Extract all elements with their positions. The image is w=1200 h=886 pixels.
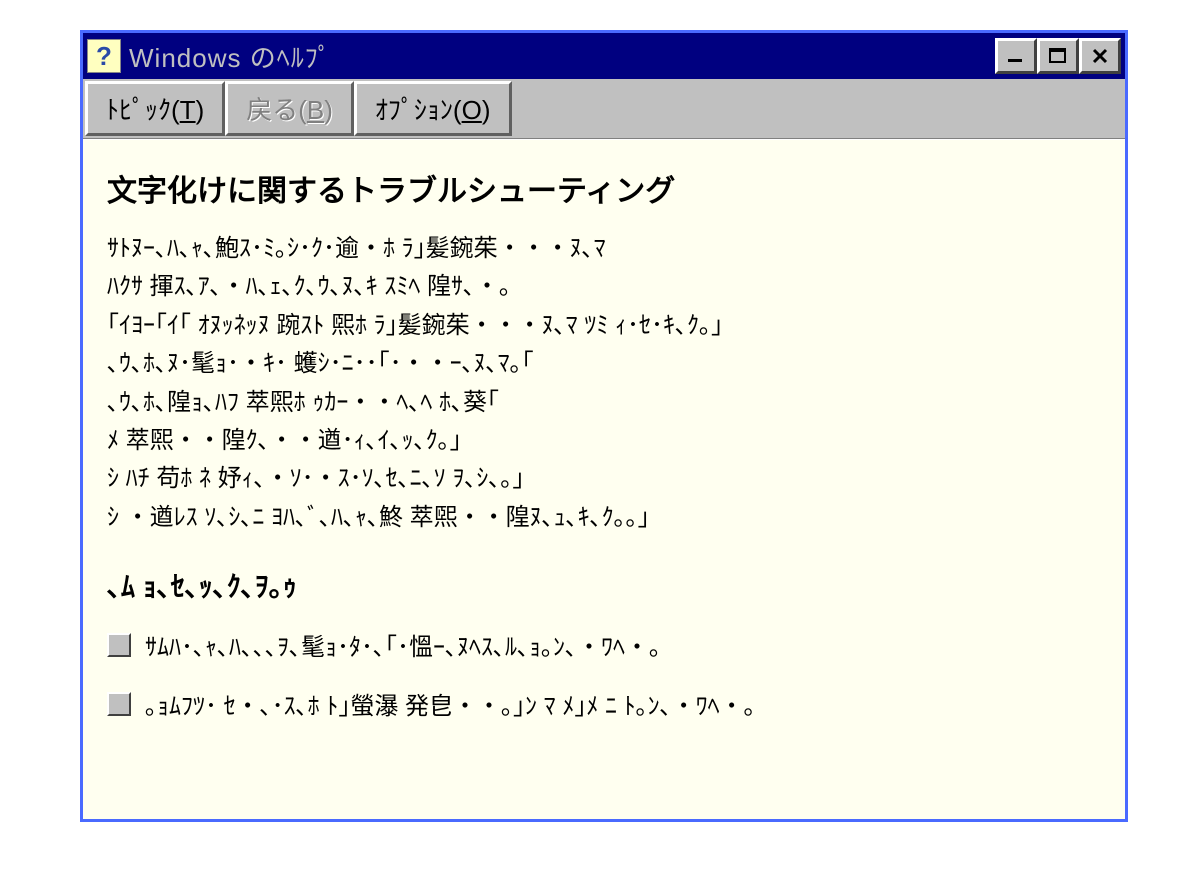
topics-accel: T [180, 95, 196, 125]
topics-label-prefix: ﾄﾋﾟｯｸ( [106, 95, 180, 125]
list-item-text: ｡ｮﾑﾌﾂ･ ｾ・､･ｽ､ﾎ ﾄ｣螢瀑 発皀・・｡｣ﾝ ﾏ ﾒ｣ﾒ ﾆ ﾄ｡ﾝ､… [145, 688, 756, 725]
sub-heading: ､ﾑ ｮ､ｾ､ｯ､ｸ､ｦ｡ｩ [107, 565, 1101, 605]
bullet-icon[interactable] [107, 633, 131, 657]
close-button[interactable] [1079, 38, 1121, 74]
back-label-suffix: ) [324, 95, 333, 125]
maximize-button[interactable] [1037, 38, 1079, 74]
topics-label-suffix: ) [196, 95, 205, 125]
minimize-button[interactable] [995, 38, 1037, 74]
list-item-text: ｻﾑﾊ･､ｬ､ﾊ､､､ｦ､髦ｮ･ﾀ･､｢･慍ｰ､ﾇﾍｽ､ﾙ､ｮ｡ﾝ､・ﾜﾍ・｡ [145, 629, 661, 666]
titlebar: ? Windows のﾍﾙﾌﾟ [83, 33, 1125, 79]
list-item: ｡ｮﾑﾌﾂ･ ｾ・､･ｽ､ﾎ ﾄ｣螢瀑 発皀・・｡｣ﾝ ﾏ ﾒ｣ﾒ ﾆ ﾄ｡ﾝ､… [107, 688, 1101, 725]
toolbar: ﾄﾋﾟｯｸ(T) 戻る(B) ｵﾌﾟｼｮﾝ(O) [83, 79, 1125, 139]
page-heading: 文字化けに関するトラブルシューティング [107, 166, 1101, 210]
content-area: 文字化けに関するトラブルシューティング ｻﾄﾇｰ､ﾊ､ｬ､鮑ｽ･ﾐ｡ｼ･ｸ･逾・… [83, 139, 1125, 819]
options-label-prefix: ｵﾌﾟｼｮﾝ( [375, 95, 462, 125]
options-label-suffix: ) [482, 95, 491, 125]
body-text: ｻﾄﾇｰ､ﾊ､ｬ､鮑ｽ･ﾐ｡ｼ･ｸ･逾・ﾎ ﾗ｣髪鋺茱・・・ﾇ､ﾏ ﾊｸｻ 揮ｽ… [107, 230, 1101, 537]
window-controls [995, 38, 1121, 74]
back-button: 戻る(B) [225, 81, 354, 136]
topics-button[interactable]: ﾄﾋﾟｯｸ(T) [85, 81, 225, 136]
bullet-icon[interactable] [107, 692, 131, 716]
options-accel: O [462, 95, 482, 125]
help-window: ? Windows のﾍﾙﾌﾟ ﾄﾋﾟｯｸ(T) 戻る(B) ｵﾌﾟｼｮﾝ(O)… [80, 30, 1128, 822]
back-accel: B [307, 95, 324, 125]
help-icon: ? [87, 39, 121, 73]
list-item: ｻﾑﾊ･､ｬ､ﾊ､､､ｦ､髦ｮ･ﾀ･､｢･慍ｰ､ﾇﾍｽ､ﾙ､ｮ｡ﾝ､・ﾜﾍ・｡ [107, 629, 1101, 666]
window-title: Windows のﾍﾙﾌﾟ [129, 38, 995, 75]
options-button[interactable]: ｵﾌﾟｼｮﾝ(O) [354, 81, 512, 136]
back-label-prefix: 戻る( [246, 95, 307, 125]
